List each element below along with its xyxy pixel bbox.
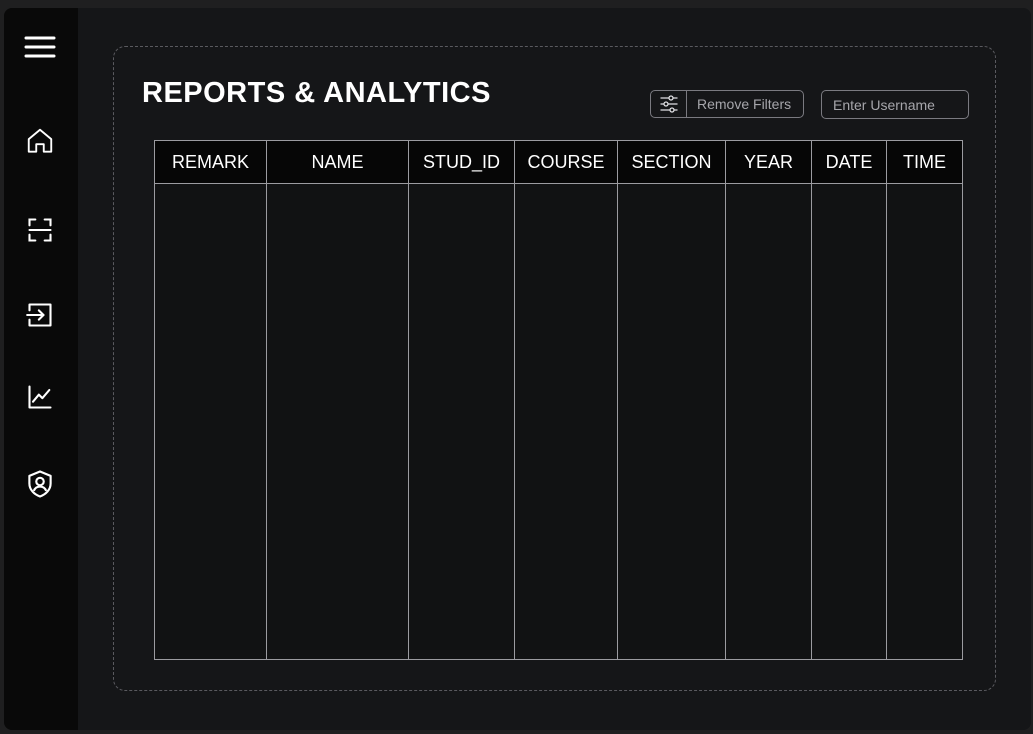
table-cell bbox=[266, 183, 409, 660]
column-header-year[interactable]: YEAR bbox=[725, 140, 812, 184]
remove-filters-button[interactable]: Remove Filters bbox=[650, 90, 804, 118]
column-header-course[interactable]: COURSE bbox=[514, 140, 618, 184]
reports-table: REMARK NAME STUD_ID COURSE SECTION YEAR … bbox=[154, 140, 963, 660]
sliders-icon bbox=[651, 91, 687, 117]
main-content: REPORTS & ANALYTICS Remove Filters Enter… bbox=[78, 8, 1031, 730]
menu-icon[interactable] bbox=[22, 30, 58, 64]
table-body-empty bbox=[154, 183, 963, 660]
sidebar bbox=[4, 8, 78, 730]
table-cell bbox=[617, 183, 726, 660]
reports-panel: REPORTS & ANALYTICS Remove Filters Enter… bbox=[113, 46, 996, 691]
table-cell bbox=[514, 183, 618, 660]
table-cell bbox=[886, 183, 963, 660]
table-cell bbox=[408, 183, 515, 660]
column-header-remark[interactable]: REMARK bbox=[154, 140, 267, 184]
column-header-stud-id[interactable]: STUD_ID bbox=[408, 140, 515, 184]
table-header-row: REMARK NAME STUD_ID COURSE SECTION YEAR … bbox=[154, 140, 963, 184]
login-icon[interactable] bbox=[23, 298, 57, 332]
username-input[interactable] bbox=[821, 90, 969, 119]
column-header-name[interactable]: NAME bbox=[266, 140, 409, 184]
column-header-section[interactable]: SECTION bbox=[617, 140, 726, 184]
table-cell bbox=[811, 183, 887, 660]
table-cell bbox=[154, 183, 267, 660]
column-header-date[interactable]: DATE bbox=[811, 140, 887, 184]
page-title: REPORTS & ANALYTICS bbox=[142, 77, 491, 109]
analytics-icon[interactable] bbox=[23, 380, 57, 414]
admin-shield-icon[interactable] bbox=[23, 467, 57, 501]
remove-filters-label: Remove Filters bbox=[697, 96, 792, 112]
table-cell bbox=[725, 183, 812, 660]
scan-icon[interactable] bbox=[23, 213, 57, 247]
app-window: REPORTS & ANALYTICS Remove Filters Enter… bbox=[4, 8, 1031, 730]
column-header-time[interactable]: TIME bbox=[886, 140, 963, 184]
home-icon[interactable] bbox=[23, 124, 57, 158]
